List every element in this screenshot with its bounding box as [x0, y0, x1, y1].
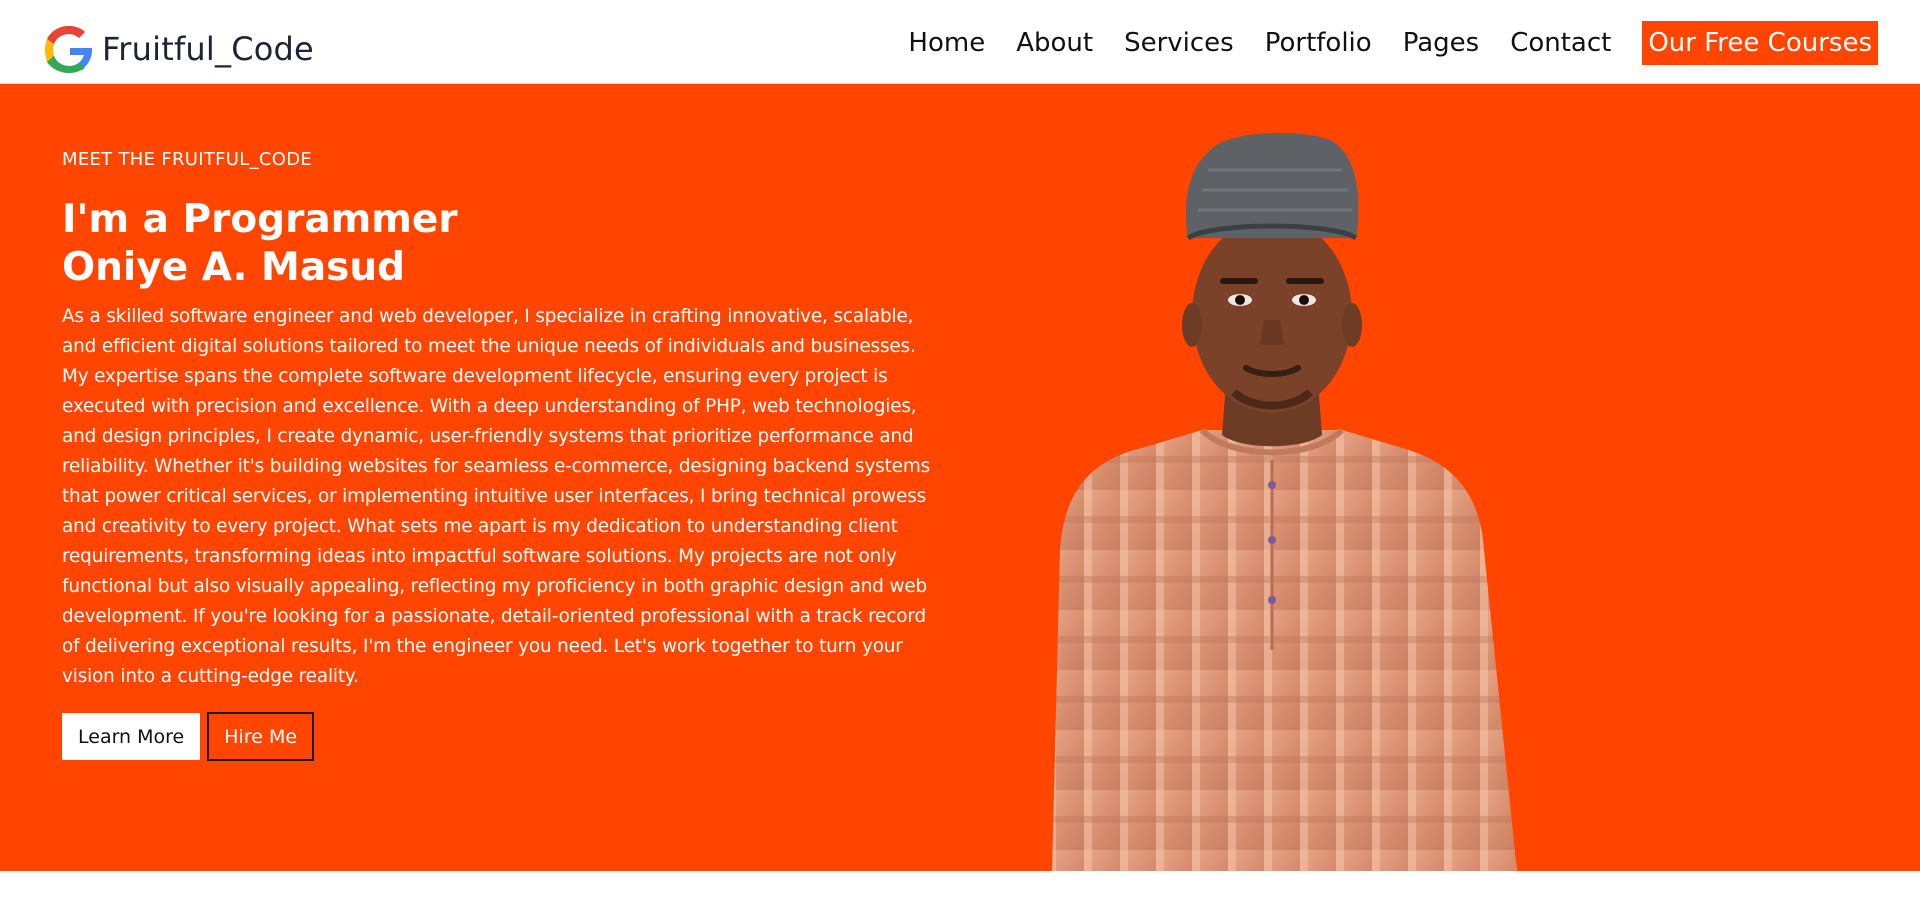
- free-courses-button[interactable]: Our Free Courses: [1642, 21, 1878, 65]
- brand-link[interactable]: Fruitful_Code: [40, 24, 314, 74]
- nav-item-about[interactable]: About: [1016, 28, 1093, 58]
- hero-title-line-1: I'm a Programmer: [62, 197, 458, 242]
- brand-name: Fruitful_Code: [102, 30, 314, 68]
- nav-item-services[interactable]: Services: [1124, 28, 1234, 58]
- google-g-logo-icon: [45, 26, 92, 73]
- hire-me-button[interactable]: Hire Me: [207, 712, 315, 761]
- nav-item-home[interactable]: Home: [908, 28, 985, 58]
- navbar: Fruitful_Code Home About Services Portfo…: [0, 0, 1920, 84]
- hero-actions: Learn More Hire Me: [62, 712, 942, 761]
- hero-eyebrow: MEET THE FRUITFUL_CODE: [62, 149, 313, 170]
- hero-content: MEET THE FRUITFUL_CODE I'm a Programmer …: [62, 149, 942, 761]
- hero-description: As a skilled software engineer and web d…: [62, 306, 931, 687]
- nav-item-pages[interactable]: Pages: [1403, 28, 1480, 58]
- person-portrait-icon: [1052, 132, 1517, 871]
- main-nav: Home About Services Portfolio Pages Cont…: [877, 21, 1878, 65]
- nav-item-contact[interactable]: Contact: [1510, 28, 1611, 58]
- page-below-hero: [0, 871, 1920, 903]
- nav-item-portfolio[interactable]: Portfolio: [1265, 28, 1372, 58]
- learn-more-button[interactable]: Learn More: [62, 713, 201, 760]
- hero-title: I'm a Programmer Oniye A. Masud: [62, 196, 942, 292]
- hero-title-line-2: Oniye A. Masud: [62, 245, 406, 290]
- hero-section: MEET THE FRUITFUL_CODE I'm a Programmer …: [0, 84, 1920, 871]
